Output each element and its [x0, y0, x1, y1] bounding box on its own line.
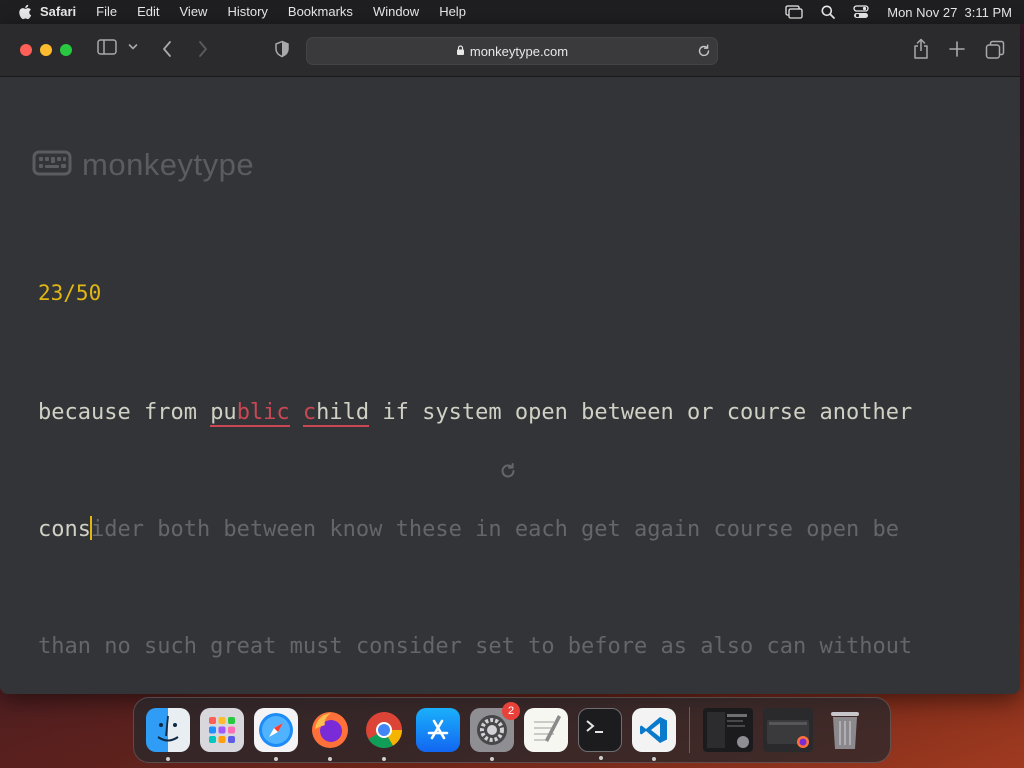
words-line-2: consider both between know these in each…: [38, 510, 988, 549]
typed-words: because from: [38, 400, 211, 425]
dock: 2: [133, 697, 891, 763]
tab-overview-icon[interactable]: [985, 40, 1005, 60]
typing-test-words[interactable]: because from public child if system open…: [38, 315, 988, 694]
menu-bookmarks[interactable]: Bookmarks: [288, 0, 353, 24]
terminal-icon[interactable]: [578, 708, 622, 760]
share-icon[interactable]: [912, 38, 930, 60]
word-counter: 23/50: [38, 281, 102, 305]
privacy-shield-icon[interactable]: [274, 40, 290, 58]
incorrect-letter: c: [302, 400, 317, 425]
keyboard-logo-icon: [32, 150, 72, 181]
screen-mirroring-icon[interactable]: [785, 5, 803, 19]
close-window-button[interactable]: [20, 44, 32, 56]
menu-history[interactable]: History: [227, 0, 267, 24]
menu-help[interactable]: Help: [439, 0, 466, 24]
trash-icon[interactable]: [823, 708, 867, 752]
restart-test-icon[interactable]: [499, 462, 517, 485]
current-word-typed: cons: [38, 517, 91, 542]
dock-separator: [689, 707, 690, 753]
minimized-window-thumbnail[interactable]: [703, 708, 753, 752]
lock-icon: [456, 44, 465, 59]
vscode-icon[interactable]: [632, 708, 676, 761]
words-line-3: than no such great must consider set to …: [38, 634, 913, 659]
address-bar[interactable]: monkeytype.com: [306, 37, 718, 65]
words-line-1: because from public child if system open…: [38, 393, 988, 432]
page-content: monkeytype 23/50 because from public chi…: [0, 77, 1020, 694]
safari-icon[interactable]: [254, 708, 298, 761]
menu-edit[interactable]: Edit: [137, 0, 159, 24]
url-text: monkeytype.com: [469, 43, 569, 59]
apple-menu-icon[interactable]: [12, 4, 40, 20]
control-center-icon[interactable]: [853, 5, 869, 19]
system-settings-icon[interactable]: 2: [470, 702, 520, 761]
sidebar-toggle-icon[interactable]: [96, 38, 118, 56]
notification-badge: 2: [502, 702, 520, 720]
new-tab-icon[interactable]: [949, 41, 965, 57]
untyped-words: ider both between know these in each get…: [90, 517, 899, 542]
browser-toolbar: monkeytype.com: [0, 24, 1020, 77]
textedit-icon[interactable]: [524, 708, 568, 752]
menu-window[interactable]: Window: [373, 0, 419, 24]
error-word-public: public: [210, 400, 290, 427]
chrome-icon[interactable]: [362, 708, 406, 761]
menu-file[interactable]: File: [96, 0, 117, 24]
incorrect-letters: blic: [236, 400, 290, 425]
minimized-firefox-window-thumbnail[interactable]: [763, 708, 813, 752]
menu-bar: Safari File Edit View History Bookmarks …: [0, 0, 1024, 24]
menu-view[interactable]: View: [180, 0, 208, 24]
reload-icon[interactable]: [697, 44, 711, 63]
menu-app-name[interactable]: Safari: [40, 0, 76, 24]
chevron-down-icon[interactable]: [128, 43, 138, 51]
firefox-icon[interactable]: [308, 708, 352, 761]
safari-window: monkeytype.com monkeytype 23/50 because …: [0, 24, 1020, 694]
minimize-window-button[interactable]: [40, 44, 52, 56]
back-icon[interactable]: [161, 40, 173, 58]
app-store-icon[interactable]: [416, 708, 460, 752]
menubar-datetime[interactable]: Mon Nov 27 3:11 PM: [887, 5, 1012, 20]
typed-words-rest: if system open between or course another: [369, 400, 913, 425]
launchpad-icon[interactable]: [200, 708, 244, 752]
zoom-window-button[interactable]: [60, 44, 72, 56]
forward-icon[interactable]: [197, 40, 209, 58]
spotlight-search-icon[interactable]: [821, 5, 836, 19]
error-word-child: child: [302, 400, 370, 427]
monkeytype-logo[interactable]: monkeytype: [32, 147, 254, 183]
logo-text: monkeytype: [82, 147, 255, 182]
finder-icon[interactable]: [146, 708, 190, 761]
